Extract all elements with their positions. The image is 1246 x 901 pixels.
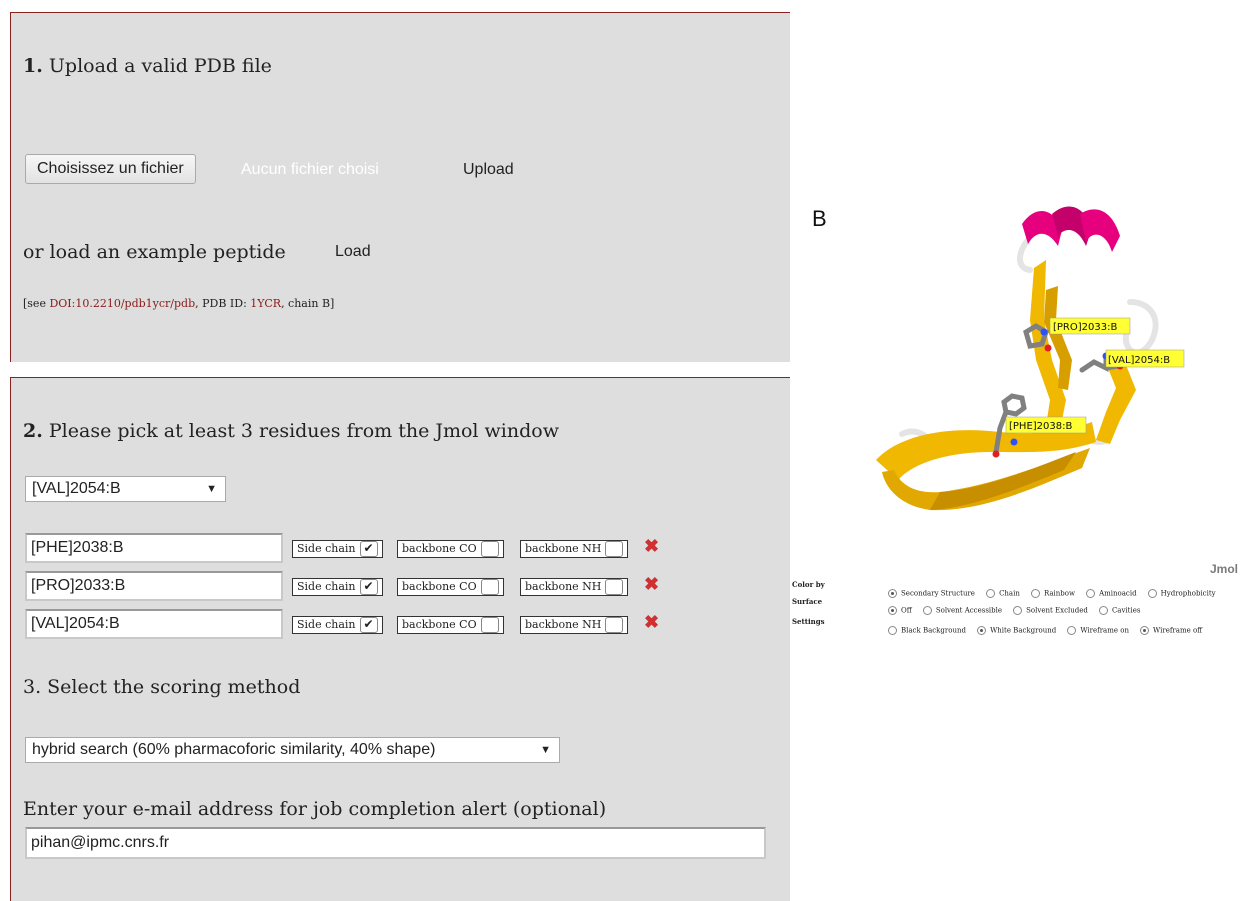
side-chain-checkbox[interactable]: Side chain ✔ (292, 616, 383, 634)
pdb-id-link[interactable]: 1YCR (250, 297, 281, 310)
remove-icon[interactable]: ✖ (644, 574, 659, 595)
protein-ribbon: [PRO]2033:B [VAL]2054:B [PHE]2038:B (876, 206, 1185, 511)
residue-field[interactable]: [PRO]2033:B (25, 571, 283, 601)
remove-icon[interactable]: ✖ (644, 612, 659, 633)
radio-option[interactable]: Wireframe on (1067, 625, 1129, 635)
doi-link[interactable]: DOI:10.2210/pdb1ycr/pdb (49, 297, 195, 310)
residue-label-phe: [PHE]2038:B (1005, 416, 1087, 434)
jmol-logo: Jmol (1210, 562, 1239, 576)
radio-option[interactable]: Cavities (1098, 605, 1140, 615)
side-chain-checkbox[interactable]: Side chain ✔ (292, 578, 383, 596)
residue-label-val: [VAL]2054:B (1105, 349, 1185, 368)
step3-heading: 3. Select the scoring method (23, 676, 301, 698)
example-peptide-label: or load an example peptide (23, 241, 286, 263)
scoring-method-select[interactable]: hybrid search (60% pharmacoforic similar… (25, 737, 560, 763)
svg-text:[VAL]2054:B: [VAL]2054:B (1108, 355, 1170, 366)
jmol-viewer[interactable]: [PRO]2033:B [VAL]2054:B [PHE]2038:B (790, 190, 1246, 580)
beta-sheet (876, 260, 1136, 511)
email-field[interactable]: pihan@ipmc.cnrs.fr (25, 827, 766, 859)
residue-select[interactable]: [VAL]2054:B ▼ (25, 476, 226, 502)
chevron-down-icon: ▼ (540, 744, 551, 756)
settings-label: Settings (792, 617, 825, 626)
backbone-nh-checkbox[interactable]: backbone NH (520, 540, 629, 558)
backbone-co-checkbox[interactable]: backbone CO (397, 578, 504, 596)
reference-note: [see DOI:10.2210/pdb1ycr/pdb, PDB ID: 1Y… (23, 297, 335, 310)
radio-option[interactable]: White Background (977, 625, 1056, 635)
backbone-co-checkbox[interactable]: backbone CO (397, 540, 504, 558)
surface-label: Surface (792, 597, 823, 606)
svg-text:[PHE]2038:B: [PHE]2038:B (1009, 421, 1072, 432)
load-example-button[interactable]: Load (335, 243, 371, 261)
radio-option[interactable]: Solvent Accessible (922, 605, 1002, 615)
step1-heading: 1. Upload a valid PDB file (23, 55, 272, 77)
color-by-label: Color by (792, 580, 825, 589)
no-file-label: Aucun fichier choisi (241, 161, 379, 178)
side-chain-checkbox[interactable]: Side chain ✔ (292, 540, 383, 558)
chevron-down-icon: ▼ (206, 483, 217, 495)
residue-panel: 2. Please pick at least 3 residues from … (10, 377, 790, 901)
radio-option[interactable]: Wireframe off (1140, 625, 1202, 635)
backbone-co-checkbox[interactable]: backbone CO (397, 616, 504, 634)
upload-panel: 1. Upload a valid PDB file Choisissez un… (10, 12, 790, 362)
choose-file-button[interactable]: Choisissez un fichier (25, 154, 196, 184)
settings-options: Black Background White Background Wirefr… (888, 617, 1208, 636)
backbone-nh-checkbox[interactable]: backbone NH (520, 616, 629, 634)
remove-icon[interactable]: ✖ (644, 536, 659, 557)
radio-option[interactable]: Hydrophobicity (1147, 588, 1216, 598)
residue-field[interactable]: [PHE]2038:B (25, 533, 283, 563)
radio-option[interactable]: Solvent Excluded (1013, 605, 1088, 615)
surface-options: Off Solvent Accessible Solvent Excluded … (888, 597, 1146, 616)
backbone-nh-checkbox[interactable]: backbone NH (520, 578, 629, 596)
upload-button[interactable]: Upload (463, 161, 514, 179)
email-label: Enter your e-mail address for job comple… (23, 798, 607, 820)
residue-field[interactable]: [VAL]2054:B (25, 609, 283, 639)
helix (1022, 206, 1120, 252)
radio-option[interactable]: Black Background (888, 625, 966, 635)
step2-heading: 2. Please pick at least 3 residues from … (23, 420, 559, 442)
svg-text:[PRO]2033:B: [PRO]2033:B (1053, 322, 1117, 333)
radio-option[interactable]: Off (888, 605, 912, 615)
residue-label-pro: [PRO]2033:B (1049, 317, 1131, 335)
